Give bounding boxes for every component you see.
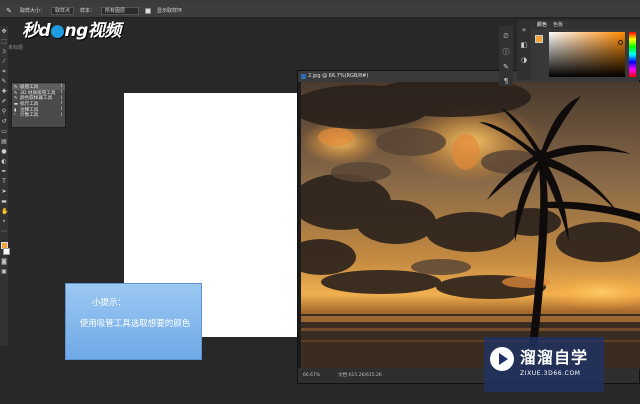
eyedropper-icon: ✎: [14, 83, 18, 89]
tip-title: 小提示：: [92, 298, 127, 308]
collapse-panels-icon[interactable]: «: [522, 26, 526, 34]
sample-label: 样本：: [80, 8, 96, 14]
flyout-item-shortcut: I: [60, 101, 62, 107]
type-tool-icon[interactable]: T: [1, 178, 7, 185]
hue-slider[interactable]: [629, 32, 636, 77]
history-brush-icon[interactable]: ↺: [1, 118, 7, 125]
zoom-level[interactable]: 66.67%: [303, 368, 320, 383]
panel-dock-icons-2: « ◧ ◑: [517, 20, 531, 80]
sunset-palm-photo[interactable]: [301, 82, 640, 369]
tip-body: 使用吸管工具选取想要的颜色: [79, 319, 191, 329]
magic-wand-icon[interactable]: ⁄: [1, 58, 7, 65]
path-selection-icon[interactable]: ➤: [1, 188, 7, 195]
watermark-url: ZIXUE.3D66.COM: [520, 370, 581, 377]
color-panel-foreground-swatch[interactable]: [535, 35, 543, 43]
screen-mode-icon[interactable]: ▣: [1, 268, 7, 275]
brand-logo: 秒d●ng视频: [22, 21, 121, 41]
ruler-icon: ▬: [14, 100, 18, 106]
flyout-item-shortcut: I: [60, 112, 62, 118]
color-panel-tabs: 颜色 色板: [531, 20, 640, 29]
flyout-item-shortcut: I: [60, 107, 62, 113]
document-icon: [301, 74, 306, 79]
count-icon: ¹: [14, 112, 16, 118]
show-ring-checkbox[interactable]: [145, 7, 152, 14]
color-panel: 颜色 色板: [531, 20, 640, 80]
eyedropper-tool-icon[interactable]: ✎: [1, 78, 7, 85]
brush-tool-icon[interactable]: ✐: [1, 98, 7, 105]
tip-box: 小提示： 使用吸管工具选取想要的颜色: [65, 283, 202, 360]
dodge-tool-icon[interactable]: ◐: [1, 158, 7, 165]
eyedropper-flyout-menu: ✎ 吸管工具 I ✎ 3D 材质吸管工具 I ✎ 颜色取样器工具 I ▬ 标尺工…: [11, 82, 66, 128]
3d-material-eyedropper-icon: ✎: [14, 89, 18, 95]
watermark-title: 溜溜自学: [520, 348, 589, 367]
crop-tool-icon[interactable]: ⌗: [1, 68, 7, 75]
lasso-tool-icon[interactable]: ↄ: [1, 48, 7, 55]
more-tools-icon[interactable]: ⋯: [1, 228, 7, 235]
flyout-item-label: 计数工具: [20, 113, 39, 119]
play-icon: [499, 353, 508, 365]
pen-tool-icon[interactable]: ✒: [1, 168, 7, 175]
color-panel-icon[interactable]: ◧: [521, 41, 528, 49]
info-icon[interactable]: ⓘ: [503, 47, 510, 57]
flyout-item-shortcut: I: [60, 95, 62, 101]
character-icon[interactable]: ¶: [504, 77, 508, 85]
watermark: 溜溜自学 ZIXUE.3D66.COM: [484, 337, 604, 392]
document-tab[interactable]: 未标题: [8, 44, 308, 52]
sample-layers-select[interactable]: 所有图层: [101, 6, 140, 15]
eyedropper-icon[interactable]: ✎: [4, 6, 14, 16]
hand-tool-icon[interactable]: ✋: [1, 208, 8, 215]
eraser-tool-icon[interactable]: ▭: [1, 128, 7, 135]
photo-window-title: 2.jpg @ 66.7%(RGB/8#): [308, 73, 369, 79]
document-size-info: 文档:615.2K/615.2K: [338, 373, 382, 378]
tools-panel: ✥ ⬚ ↄ ⁄ ⌗ ✎ ✚ ✐ ⚲ ↺ ▭ ▤ ● ◐ ✒ T ➤ ▬ ✋ ⚬ …: [0, 26, 10, 346]
gradient-tool-icon[interactable]: ▤: [1, 138, 7, 145]
adjustments-icon[interactable]: ◑: [521, 56, 527, 64]
marquee-tool-icon[interactable]: ⬚: [1, 38, 7, 45]
flyout-item-shortcut: I: [60, 90, 62, 96]
sample-size-select[interactable]: 取样点: [51, 6, 75, 15]
quick-mask-icon[interactable]: ◙: [1, 258, 7, 265]
color-field[interactable]: [549, 32, 625, 77]
show-ring-label: 显示取样环: [157, 8, 183, 14]
watermark-logo-icon: [490, 347, 514, 371]
zoom-tool-icon[interactable]: ⚬: [1, 218, 7, 225]
tab-swatches[interactable]: 色板: [553, 21, 563, 28]
history-icon[interactable]: ⏲: [503, 32, 508, 41]
note-icon: ▮: [14, 106, 17, 112]
brush-presets-icon[interactable]: ✎: [503, 63, 509, 71]
background-color-swatch[interactable]: [2, 248, 10, 255]
color-sampler-icon: ✎: [14, 95, 18, 101]
flyout-item-shortcut: I: [60, 84, 62, 90]
blur-tool-icon[interactable]: ●: [1, 148, 7, 155]
clone-stamp-icon[interactable]: ⚲: [1, 108, 7, 115]
panel-dock-icons: ⏲ ⓘ ✎ ¶: [499, 26, 513, 86]
flyout-item-count[interactable]: ¹ 计数工具 I: [12, 112, 65, 119]
tab-color[interactable]: 颜色: [537, 21, 547, 28]
sample-size-label: 取样大小：: [20, 8, 46, 14]
color-picker-marker[interactable]: [618, 40, 623, 45]
move-tool-icon[interactable]: ✥: [1, 28, 7, 35]
color-panel-swatches: [535, 35, 547, 47]
healing-brush-icon[interactable]: ✚: [1, 88, 7, 95]
shape-tool-icon[interactable]: ▬: [1, 198, 7, 205]
